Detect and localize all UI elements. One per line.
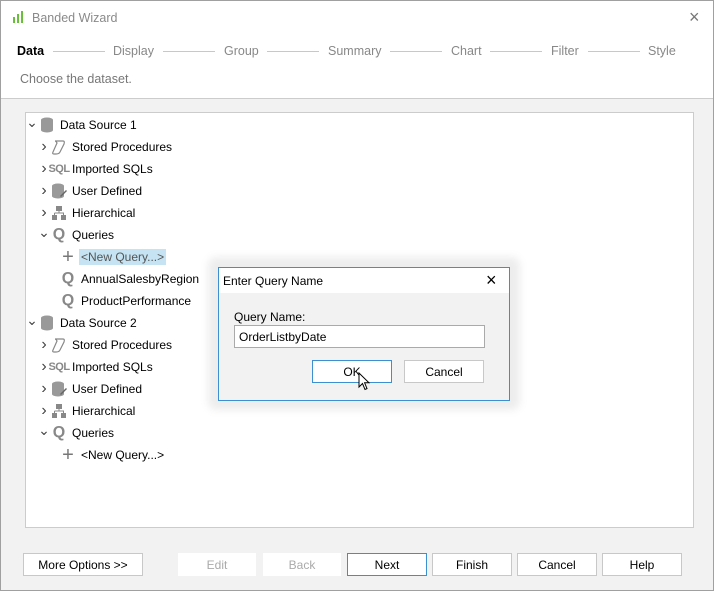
step-display: Display — [113, 44, 154, 58]
tree-item[interactable]: › Stored Procedures — [38, 335, 174, 355]
tree-item-label: Queries — [72, 426, 115, 440]
sql-icon: SQL — [48, 361, 70, 373]
tree-item[interactable]: › Stored Procedures — [38, 137, 174, 157]
query-icon: Q — [52, 424, 66, 441]
dialog-title: Enter Query Name — [223, 274, 324, 288]
query-name-label: Query Name: — [234, 310, 306, 324]
chevron-down-icon[interactable]: ⌄ — [26, 312, 38, 329]
tree-item[interactable]: › User Defined — [38, 379, 144, 399]
tree-item-label: User Defined — [72, 184, 143, 198]
database-icon — [39, 315, 55, 331]
chevron-right-icon[interactable]: › — [38, 138, 50, 156]
tree-item-label: User Defined — [72, 382, 143, 396]
query-icon: Q — [61, 270, 75, 287]
query-name-input[interactable] — [234, 325, 485, 348]
chevron-down-icon[interactable]: ⌄ — [38, 422, 50, 439]
tree-item[interactable]: ⌄ Q Queries — [38, 422, 116, 443]
help-button[interactable]: Help — [602, 553, 682, 576]
chevron-right-icon[interactable]: › — [38, 380, 50, 398]
window-title: Banded Wizard — [32, 11, 118, 25]
tree-item-label: Stored Procedures — [72, 338, 173, 352]
chevron-right-icon[interactable]: › — [38, 402, 50, 420]
tree-item-label: <New Query...> — [81, 448, 165, 462]
hierarchy-icon — [51, 205, 67, 221]
tree-item-label: Hierarchical — [72, 206, 136, 220]
edit-button[interactable]: Edit — [178, 553, 256, 576]
chevron-right-icon[interactable]: › — [38, 336, 50, 354]
scroll-icon — [51, 337, 67, 353]
next-button[interactable]: Next — [347, 553, 427, 576]
tree-item[interactable]: › User Defined — [38, 181, 144, 201]
tree-item-label: <New Query...> — [79, 249, 167, 265]
tree-item[interactable]: › Hierarchical — [38, 203, 137, 223]
dialog-close-icon[interactable]: × — [486, 270, 497, 291]
step-group: Group — [224, 44, 259, 58]
scroll-icon — [51, 139, 67, 155]
close-icon[interactable]: × — [689, 7, 700, 28]
database-edit-icon — [51, 381, 67, 397]
chevron-right-icon[interactable]: › — [38, 182, 50, 200]
mouse-cursor-icon — [358, 372, 371, 391]
chevron-down-icon[interactable]: ⌄ — [38, 224, 50, 241]
step-description: Choose the dataset. — [20, 72, 132, 86]
step-style: Style — [648, 44, 676, 58]
tree-item-label: ProductPerformance — [81, 294, 192, 308]
tree-item[interactable]: Q AnnualSalesbyRegion — [59, 269, 201, 289]
enter-query-name-dialog: Enter Query Name × Query Name: OK Cancel — [218, 267, 510, 401]
hierarchy-icon — [51, 403, 67, 419]
tree-item[interactable]: › SQL Imported SQLs — [38, 159, 155, 179]
sql-icon: SQL — [48, 163, 70, 175]
tree-item[interactable]: Q ProductPerformance — [59, 291, 193, 311]
dialog-cancel-button[interactable]: Cancel — [404, 360, 484, 383]
tree-item-label: Imported SQLs — [72, 360, 153, 374]
step-chart: Chart — [451, 44, 482, 58]
ok-button[interactable]: OK — [312, 360, 392, 383]
tree-item-label: Stored Procedures — [72, 140, 173, 154]
step-data: Data — [17, 44, 45, 58]
query-icon: Q — [52, 226, 66, 243]
tree-item-label: Hierarchical — [72, 404, 136, 418]
tree-item[interactable]: ⌄ Q Queries — [38, 224, 116, 245]
tree-item-label: Imported SQLs — [72, 162, 153, 176]
cancel-button[interactable]: Cancel — [517, 553, 597, 576]
chevron-down-icon[interactable]: ⌄ — [26, 114, 38, 131]
title-bar: Banded Wizard × — [1, 1, 713, 34]
tree-item[interactable]: + <New Query...> — [59, 443, 166, 466]
back-button[interactable]: Back — [263, 553, 341, 576]
tree-item[interactable]: › Hierarchical — [38, 401, 137, 421]
tree-item[interactable]: ⌄ Data Source 1 — [26, 114, 139, 135]
step-summary: Summary — [328, 44, 382, 58]
step-filter: Filter — [551, 44, 579, 58]
dialog-title-bar: Enter Query Name × — [219, 268, 509, 293]
plus-icon: + — [62, 245, 74, 268]
chevron-right-icon[interactable]: › — [38, 204, 50, 222]
finish-button[interactable]: Finish — [432, 553, 512, 576]
tree-item[interactable]: ⌄ Data Source 2 — [26, 312, 139, 333]
tree-item-label: Data Source 1 — [60, 118, 137, 132]
chart-bars-icon — [13, 11, 23, 23]
database-edit-icon — [51, 183, 67, 199]
database-icon — [39, 117, 55, 133]
more-options-button[interactable]: More Options >> — [23, 553, 143, 576]
tree-item[interactable]: + <New Query...> — [59, 245, 167, 268]
tree-item-label: Data Source 2 — [60, 316, 137, 330]
tree-item-label: Queries — [72, 228, 115, 242]
query-icon: Q — [61, 292, 75, 309]
wizard-steps: Data Display Group Summary Chart Filter … — [1, 34, 713, 99]
plus-icon: + — [62, 443, 74, 466]
tree-item-label: AnnualSalesbyRegion — [81, 272, 200, 286]
tree-item[interactable]: › SQL Imported SQLs — [38, 357, 155, 377]
